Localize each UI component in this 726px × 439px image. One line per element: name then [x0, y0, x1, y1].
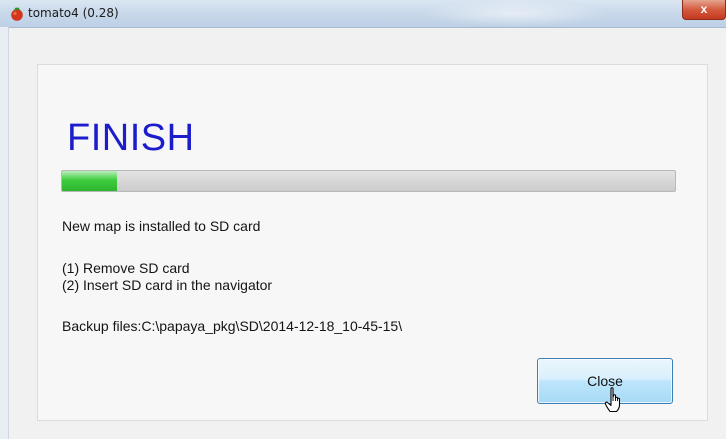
progress-bar — [61, 170, 676, 192]
backup-path: Backup files:C:\papaya_pkg\SD\2014-12-18… — [62, 318, 403, 334]
window-title: tomato4 (0.28) — [28, 6, 119, 20]
hand-cursor-icon — [604, 387, 621, 413]
install-message: New map is installed to SD card — [62, 218, 261, 234]
window-frame — [0, 27, 9, 439]
tomato-icon — [11, 7, 23, 21]
title-bar[interactable]: tomato4 (0.28) x — [0, 0, 726, 28]
step-remove-card: (1) Remove SD card — [62, 260, 190, 276]
progress-fill — [62, 171, 118, 191]
step-insert-card: (2) Insert SD card in the navigator — [62, 277, 273, 293]
window-close-button[interactable]: x — [682, 0, 726, 20]
app-window: tomato4 (0.28) x FINISH New map is insta… — [0, 0, 726, 439]
status-heading: FINISH — [67, 117, 195, 159]
